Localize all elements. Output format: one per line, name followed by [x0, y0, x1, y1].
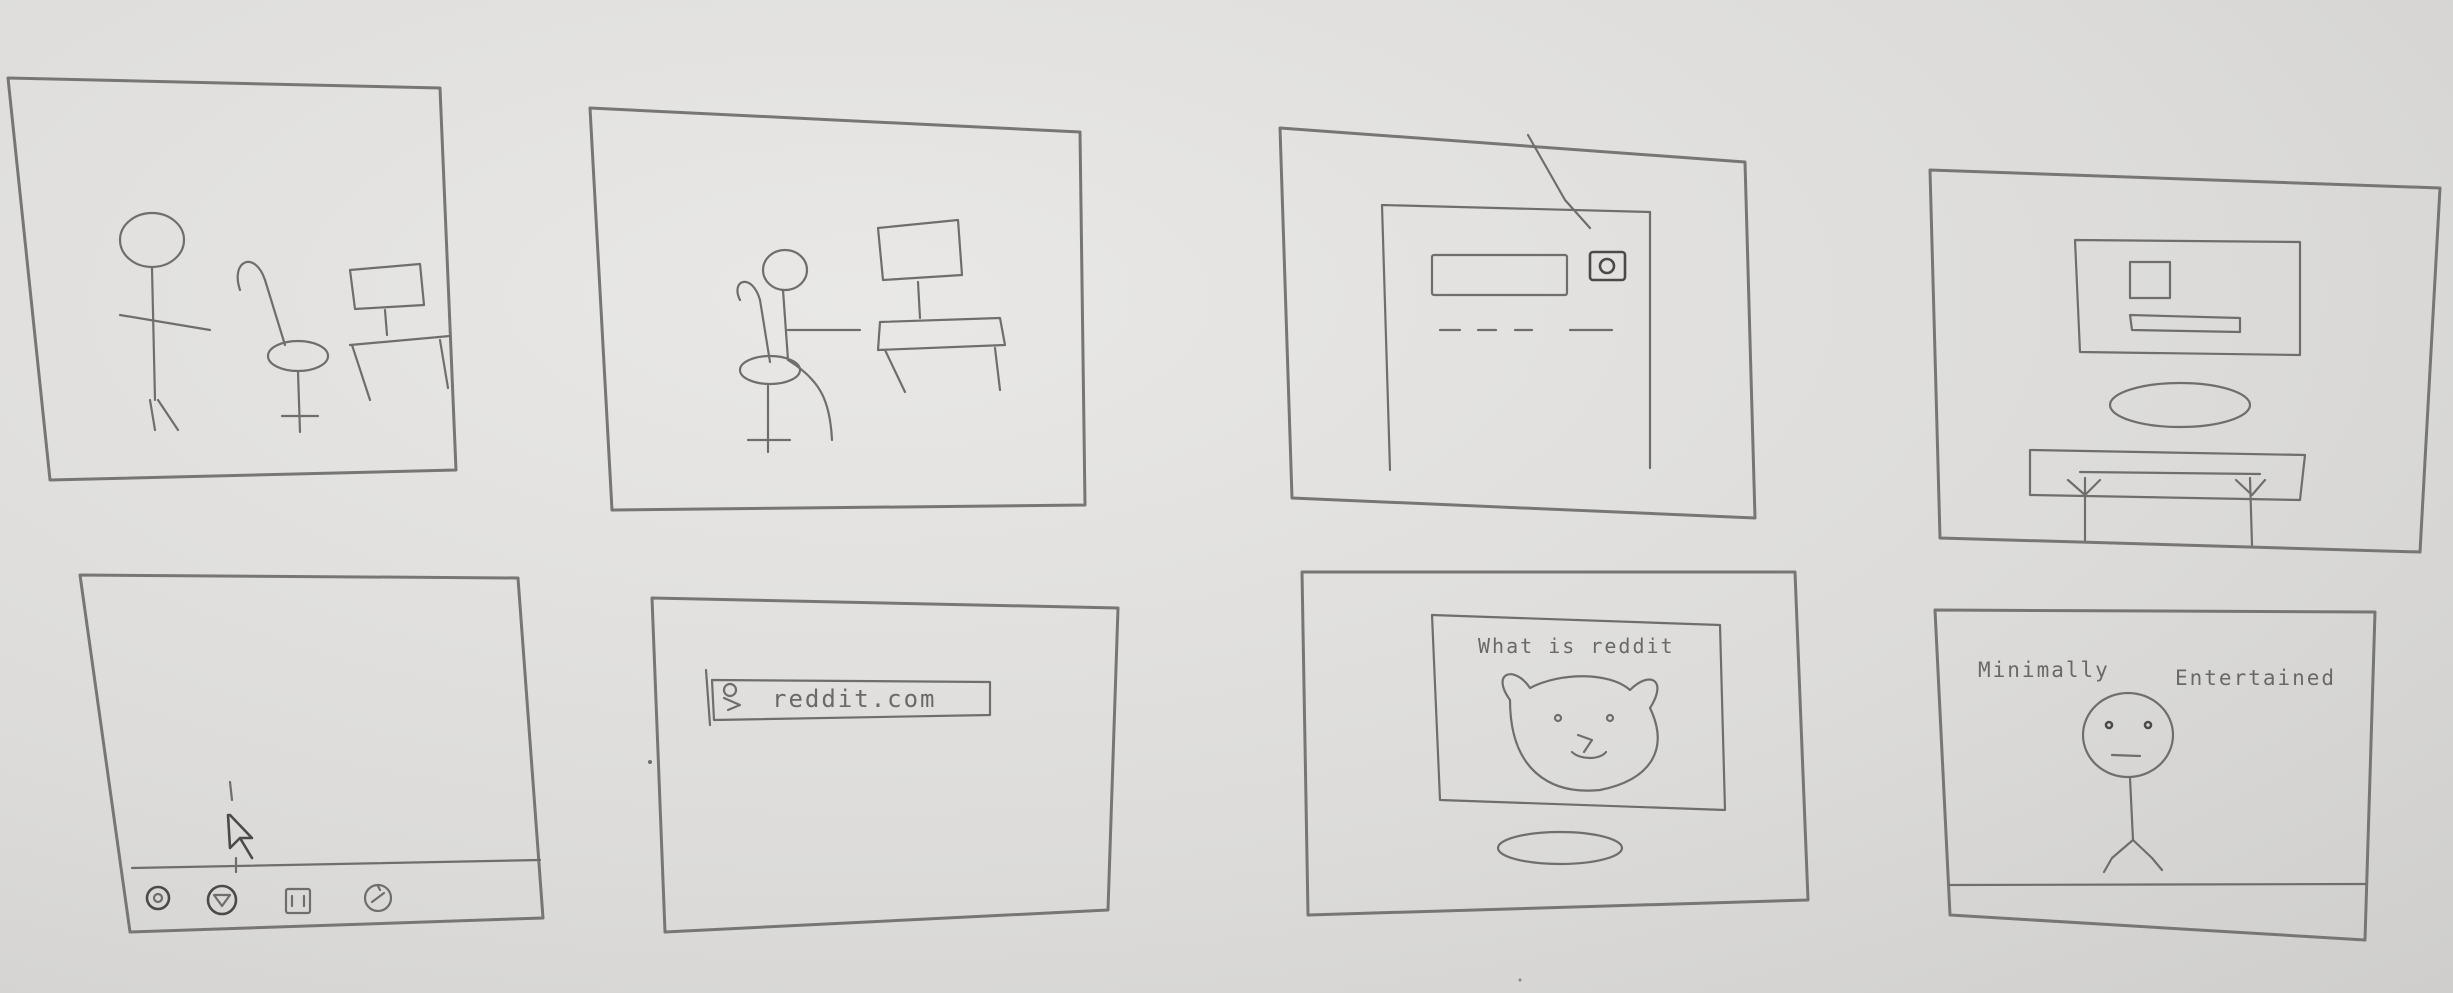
monitor-icon: What is reddit: [1430, 613, 1727, 866]
screen-caption: What is reddit: [1478, 634, 1675, 658]
pencil-dot: [648, 760, 652, 764]
panel-2: [588, 106, 1087, 512]
url-text: reddit.com: [772, 685, 937, 713]
browser-address-bar: reddit.com: [704, 668, 992, 727]
panel-7: What is reddit: [1300, 570, 1810, 917]
cursor-icon: [226, 780, 254, 874]
taskbar: [130, 858, 542, 870]
stick-figure-icon: [761, 248, 862, 442]
power-button-icon: [1588, 250, 1627, 282]
chair-icon: [236, 260, 330, 434]
panel-8: Minimally Entertained: [1933, 608, 2377, 942]
caption-left: Minimally: [1978, 658, 2110, 682]
panel-3: [1278, 126, 1757, 520]
desk-icon: [876, 218, 1007, 394]
desk-icon: [348, 262, 452, 402]
taskbar-icons: [145, 883, 393, 916]
browser-icon: [722, 682, 742, 712]
chair-icon: [736, 280, 802, 454]
panel-4: [1928, 168, 2442, 554]
monitor-icon: [2073, 238, 2302, 357]
panel-6: reddit.com: [650, 596, 1120, 934]
ground-line: [1948, 882, 2367, 887]
stick-figure-icon: [118, 211, 212, 432]
storyboard-sheet: reddit.com What is reddit Minimally Ente…: [6, 76, 2442, 982]
stick-figure-icon: [2081, 691, 2175, 874]
panel-1: [6, 76, 458, 482]
desk-icon: [2028, 448, 2307, 547]
pencil-dot: [1518, 978, 1522, 982]
panel-5: [78, 573, 545, 934]
cat-face-icon: [1501, 673, 1659, 792]
caption-right: Entertained: [2175, 666, 2336, 690]
